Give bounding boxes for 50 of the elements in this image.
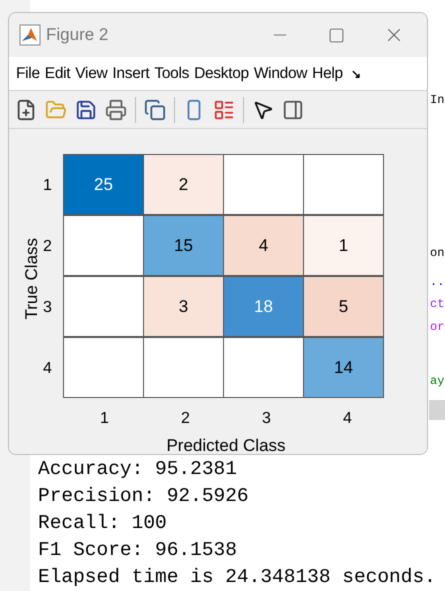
menu-item[interactable]: Tools <box>154 62 190 86</box>
menu-item[interactable]: Help <box>312 62 343 86</box>
menu-item[interactable]: Edit <box>44 62 70 86</box>
matrix-cell: 14 <box>303 337 384 398</box>
tick-label: 1 <box>99 409 110 429</box>
matrix-cell: 3 <box>143 276 224 337</box>
menu-item[interactable]: View <box>75 62 108 86</box>
code-text: .. <box>430 274 444 291</box>
tick-label: 2 <box>43 236 53 256</box>
maximize-icon[interactable] <box>328 26 345 44</box>
matlab-logo-icon <box>19 24 41 46</box>
panel-icon[interactable] <box>282 98 304 120</box>
code-text: on <box>430 245 444 262</box>
copy-icon[interactable] <box>144 98 166 120</box>
tick-label: 3 <box>261 409 272 429</box>
code-text: In <box>430 92 444 109</box>
window-title: Figure 2 <box>46 24 108 46</box>
console-line: Accuracy: 95.2381 <box>38 457 238 482</box>
legend-icon[interactable] <box>213 98 235 120</box>
console-line: Recall: 100 <box>38 511 168 536</box>
tick-label: 4 <box>342 409 353 429</box>
matrix-cell: 18 <box>223 276 304 337</box>
tick-label: 2 <box>180 409 191 429</box>
tick-label: 1 <box>43 176 53 196</box>
menu-item[interactable]: Insert <box>112 62 150 86</box>
pointer-icon[interactable] <box>252 98 274 120</box>
tick-label: 3 <box>43 298 53 318</box>
matrix-cell: 25 <box>63 154 144 215</box>
matrix-cell: 5 <box>303 276 384 337</box>
save-icon[interactable] <box>75 98 97 120</box>
new-file-icon[interactable] <box>15 98 37 120</box>
matrix-cell: 15 <box>143 215 224 276</box>
matrix-cell: 1 <box>303 215 384 276</box>
menu-overflow[interactable]: ↘ <box>350 64 361 82</box>
menu-item[interactable]: Window <box>254 62 308 86</box>
code-text: ay <box>430 373 444 390</box>
scrollbar <box>429 400 445 420</box>
menu-item[interactable]: File <box>16 62 40 86</box>
printer-icon[interactable] <box>105 98 127 120</box>
console-line: Precision: 92.5926 <box>38 484 250 509</box>
code-text: or <box>430 319 444 336</box>
console-line: Elapsed time is 24.348138 seconds. <box>38 565 436 590</box>
menu-item[interactable]: Desktop <box>194 62 249 86</box>
tick-label: 4 <box>43 358 53 378</box>
matrix-cell: 4 <box>223 215 304 276</box>
axis-label: Predicted Class <box>165 435 287 454</box>
console-line: F1 Score: 96.1538 <box>38 538 238 563</box>
matrix-cell: 2 <box>143 154 224 215</box>
code-text: ct <box>430 296 444 313</box>
axis-label: True Class <box>21 238 42 320</box>
